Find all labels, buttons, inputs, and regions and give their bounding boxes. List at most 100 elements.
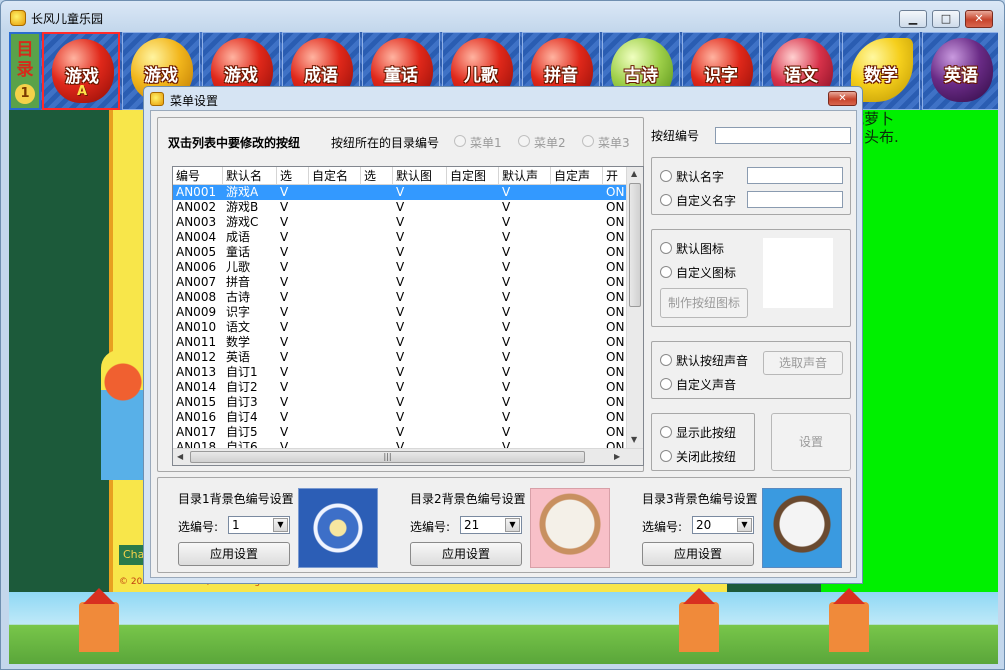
column-header[interactable]: 编号 [173,167,223,185]
list-header: 编号 默认名选自定名选默认图 自定图 默认声 自定声开 [173,167,643,185]
visibility-group: 显示此按纽 关闭此按纽 [651,413,755,471]
default-name-radio[interactable] [660,170,672,182]
bg3-select[interactable]: 20 ▼ [692,516,754,534]
directory-selector[interactable]: 目录 1 [9,32,41,110]
table-cell [447,335,499,350]
table-row[interactable]: AN011 数学 V V V ON [173,335,643,350]
table-row[interactable]: AN009 识字 V V V ON [173,305,643,320]
horizontal-scroll-thumb[interactable]: ||| [190,451,585,463]
default-sound-radio[interactable] [660,354,672,366]
table-cell: AN002 [176,200,217,214]
table-row[interactable]: AN014 自订2 V V V ON [173,380,643,395]
table-cell [361,365,393,380]
table-row[interactable]: AN001 游戏A V V V ON [173,185,643,200]
make-icon-button[interactable]: 制作按纽图标 [660,288,748,318]
chevron-down-icon[interactable]: ▼ [737,518,752,532]
table-row[interactable]: AN004 成语 V V V ON [173,230,643,245]
table-cell [551,275,603,290]
bg2-select[interactable]: 21 ▼ [460,516,522,534]
menu3-radio[interactable] [582,135,594,147]
column-header[interactable]: 自定声 [551,167,603,185]
hide-button-radio[interactable] [660,450,672,462]
custom-sound-radio[interactable] [660,378,672,390]
table-cell [361,275,393,290]
left-background [9,110,109,592]
table-row[interactable]: AN008 古诗 V V V ON [173,290,643,305]
column-header[interactable]: 默认名 [223,167,277,185]
table-cell: V [396,410,405,424]
menu1-radio[interactable] [454,135,466,147]
custom-name-radio[interactable] [660,194,672,206]
apply-settings-button[interactable]: 设置 [771,413,851,471]
table-cell: V [396,365,405,379]
show-button-radio[interactable] [660,426,672,438]
table-row[interactable]: AN003 游戏C V V V ON [173,215,643,230]
chevron-down-icon[interactable]: ▼ [505,518,520,532]
menu3-label: 菜单3 [598,136,630,150]
table-row[interactable]: AN006 儿歌 V V V ON [173,260,643,275]
table-cell [309,380,361,395]
table-cell: V [280,290,289,304]
scroll-left-icon[interactable]: ◀ [177,452,183,461]
table-row[interactable]: AN015 自订3 V V V ON [173,395,643,410]
default-name-field[interactable] [747,167,843,184]
bg3-apply-button[interactable]: 应用设置 [642,542,754,566]
dialog-close-button[interactable]: ✕ [828,91,857,106]
table-cell [447,395,499,410]
title-bar[interactable]: 长风儿童乐园 ▁ □ ✕ [1,1,1004,33]
table-cell: V [396,335,405,349]
table-row[interactable]: AN016 自订4 V V V ON [173,410,643,425]
maximize-button[interactable]: □ [932,10,960,28]
table-cell [447,425,499,440]
bg1-select[interactable]: 1 ▼ [228,516,290,534]
scroll-up-icon[interactable]: ▲ [631,169,637,178]
default-icon-radio[interactable] [660,242,672,254]
table-cell [551,350,603,365]
column-header[interactable]: 默认声 [499,167,551,185]
button-list[interactable]: 编号 默认名选自定名选默认图 自定图 默认声 自定声开 AN001 游戏A V V V ON AN0… [172,166,644,466]
table-cell [361,185,393,200]
table-cell: V [280,365,289,379]
table-cell [309,245,361,260]
table-row[interactable]: AN017 自订5 V V V ON [173,425,643,440]
bg1-apply-button[interactable]: 应用设置 [178,542,290,566]
table-cell [447,320,499,335]
table-cell: V [396,185,405,199]
column-header[interactable]: 选 [361,167,393,185]
column-header[interactable]: 选 [277,167,309,185]
table-row[interactable]: AN005 童话 V V V ON [173,245,643,260]
table-cell: V [396,260,405,274]
table-row[interactable]: AN002 游戏B V V V ON [173,200,643,215]
scroll-right-icon[interactable]: ▶ [614,452,620,461]
column-header[interactable]: 自定图 [447,167,499,185]
table-cell [551,425,603,440]
table-row[interactable]: AN010 语文 V V V ON [173,320,643,335]
table-row[interactable]: AN012 英语 V V V ON [173,350,643,365]
pick-sound-button[interactable]: 选取声音 [763,351,843,375]
table-cell: AN005 [176,245,217,259]
close-button[interactable]: ✕ [965,10,993,28]
table-row[interactable]: AN013 自订1 V V V ON [173,365,643,380]
category-tile-label: 成语 [304,66,338,86]
button-no-field[interactable] [715,127,851,144]
menu2-radio[interactable] [518,135,530,147]
custom-name-field[interactable] [747,191,843,208]
chevron-down-icon[interactable]: ▼ [273,518,288,532]
vertical-scroll-thumb[interactable] [629,183,641,307]
column-header[interactable]: 默认图 [393,167,447,185]
category-tile-0[interactable]: 游戏 A [42,32,120,110]
list-vertical-scrollbar[interactable]: ▲ ▼ [626,167,643,448]
app-logo-icon [10,10,26,26]
category-tile-11[interactable]: 英语 [922,32,998,110]
list-horizontal-scrollbar[interactable]: ◀ ||| ▶ [173,448,643,465]
bg2-apply-button[interactable]: 应用设置 [410,542,522,566]
table-cell [447,365,499,380]
scroll-down-icon[interactable]: ▼ [631,435,637,444]
minimize-button[interactable]: ▁ [899,10,927,28]
table-row[interactable]: AN007 拼音 V V V ON [173,275,643,290]
bg3-select-label: 选编号: [642,520,683,534]
column-header[interactable]: 自定名 [309,167,361,185]
custom-icon-radio[interactable] [660,266,672,278]
table-cell: V [502,290,511,304]
table-cell: V [396,230,405,244]
